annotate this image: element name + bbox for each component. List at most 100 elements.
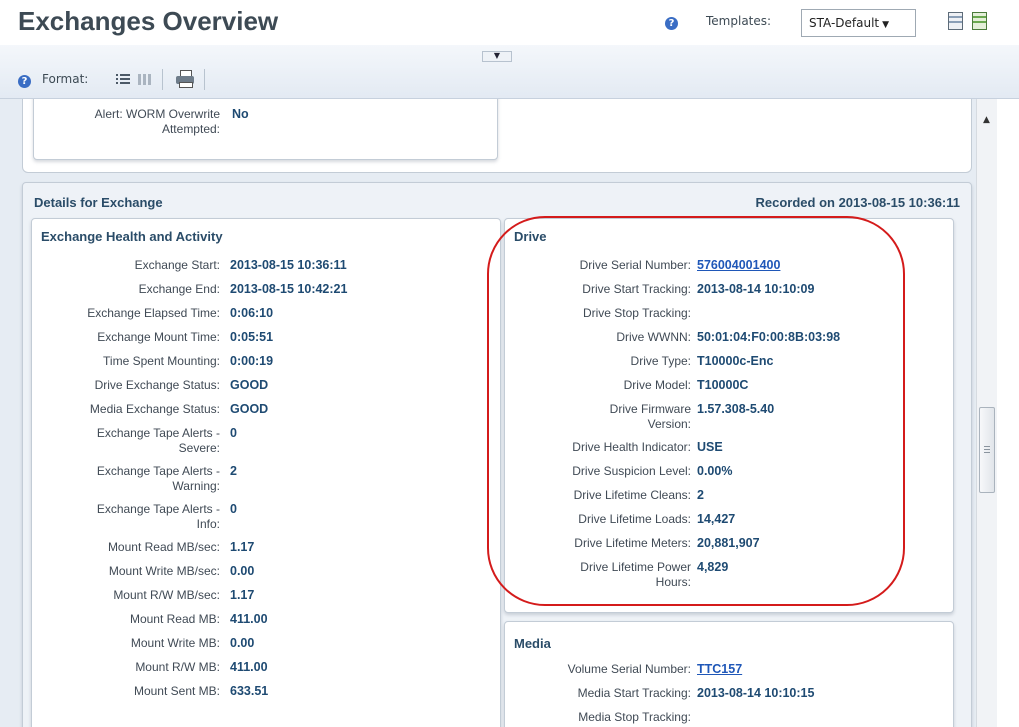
field-value: 2 [230,464,237,478]
export-template-icon[interactable] [972,12,987,30]
field-value: 2013-08-15 10:42:21 [230,282,348,296]
toolbar: ▼ ? Format: [0,45,1019,99]
field-label-continued: Info: [196,517,220,531]
field-label: Drive Lifetime Power [580,560,691,574]
field-label: Mount Sent MB: [133,684,220,698]
field-value: 1.17 [230,588,255,602]
field-label: Mount Read MB/sec: [107,540,220,554]
field-label: Mount Read MB: [129,612,220,626]
field-label-continued: Version: [647,417,691,431]
field-label: Drive Suspicion Level: [572,464,691,478]
scroll-up-arrow[interactable]: ▲ [983,115,990,125]
field-value-link[interactable]: 576004001400 [697,258,780,272]
field-value: T10000c-Enc [697,354,774,368]
field-label: Mount Write MB: [130,636,220,650]
worm-alert-value: No [232,107,249,121]
field-value: USE [697,440,723,454]
templates-select[interactable]: STA-Default ▼ [801,9,916,37]
field-label: Exchange Elapsed Time: [87,306,220,320]
field-label-continued: Severe: [178,441,220,455]
field-label: Media Stop Tracking: [578,710,691,724]
field-value: GOOD [230,402,269,416]
field-value: T10000C [697,378,749,392]
templates-selected-value: STA-Default [809,16,880,30]
field-label: Time Spent Mounting: [103,354,220,368]
field-value: 0.00 [230,564,255,578]
field-value: 0.00 [230,636,255,650]
field-label: Drive Serial Number: [579,258,691,272]
scrollbar-thumb[interactable] [979,407,995,493]
field-value-link[interactable]: TTC157 [697,662,742,676]
drive-title: Drive [514,229,547,244]
field-value: 1.17 [230,540,255,554]
format-help-icon[interactable]: ? [18,75,31,88]
alerts-left-panel: Alert: WORM Overwrite Attempted: No [33,99,498,160]
print-icon[interactable] [176,70,194,88]
details-title: Details for Exchange [34,195,163,210]
field-label: Mount R/W MB: [135,660,220,674]
field-value: 20,881,907 [697,536,760,550]
field-label-continued: Hours: [655,575,691,589]
field-value: 14,427 [697,512,736,526]
field-value: 0 [230,502,237,516]
vertical-scrollbar[interactable]: ▲ [976,99,997,727]
drive-panel: Drive Drive Serial Number: 576004001400 Dr… [504,218,954,613]
toolbar-divider [162,69,163,90]
field-label: Drive Start Tracking: [582,282,691,296]
chevron-down-icon: ▼ [882,20,890,30]
field-value: 411.00 [230,612,268,626]
grip-icon [984,446,990,454]
field-value: 2013-08-15 10:36:11 [230,258,347,272]
field-label: Drive WWNN: [616,330,691,344]
field-label: Drive Lifetime Loads: [578,512,691,526]
field-label: Exchange End: [138,282,220,296]
field-label: Exchange Mount Time: [97,330,220,344]
list-view-icon[interactable] [116,74,130,85]
field-label: Drive Health Indicator: [572,440,691,454]
page-title: Exchanges Overview [18,6,279,36]
field-label: Mount R/W MB/sec: [113,588,220,602]
templates-label: Templates: [706,14,772,28]
templates-help-icon[interactable]: ? [665,17,678,30]
field-label: Media Exchange Status: [89,402,220,416]
field-value: 2 [697,488,704,502]
collapse-handle[interactable]: ▼ [482,51,512,62]
worm-alert-label-line1: Alert: WORM Overwrite [94,107,220,121]
field-label: Mount Write MB/sec: [108,564,220,578]
field-value: 2013-08-14 10:10:15 [697,686,815,700]
worm-alert-label-line2: Attempted: [161,122,220,136]
field-label: Drive Lifetime Meters: [574,536,691,550]
field-value: 0.00% [697,464,733,478]
window-edge [997,99,1019,727]
field-label: Drive Lifetime Cleans: [573,488,691,502]
field-value: GOOD [230,378,269,392]
field-value: 633.51 [230,684,269,698]
media-title: Media [514,636,551,651]
field-value: 4,829 [697,560,729,574]
save-template-icon[interactable] [948,12,963,30]
field-label: Exchange Tape Alerts - [96,502,220,516]
format-label: Format: [42,72,89,86]
health-title: Exchange Health and Activity [41,229,223,244]
grid-view-icon[interactable] [138,74,152,85]
media-panel: Media Volume Serial Number: TTC157 Media S… [504,621,954,727]
field-label: Drive Model: [623,378,691,392]
field-label: Drive Stop Tracking: [582,306,691,320]
field-label: Drive Firmware [609,402,691,416]
field-value: 411.00 [230,660,268,674]
field-label: Drive Exchange Status: [94,378,220,392]
field-value: 2013-08-14 10:10:09 [697,282,815,296]
field-value: 50:01:04:F0:00:8B:03:98 [697,330,841,344]
field-label: Volume Serial Number: [567,662,691,676]
field-label: Exchange Tape Alerts - [96,464,220,478]
toolbar-divider [204,69,205,90]
field-label: Media Start Tracking: [577,686,691,700]
field-value: 0:00:19 [230,354,274,368]
title-bar: Exchanges Overview ? Templates: STA-Defa… [0,0,1019,45]
field-value: 0:05:51 [230,330,274,344]
recorded-timestamp: Recorded on 2013-08-15 10:36:11 [755,195,961,210]
field-value: 0 [230,426,237,440]
field-label: Exchange Tape Alerts - [96,426,220,440]
content-area: Alert: WORM Overwrite Attempted: No Deta… [0,99,976,727]
field-label: Drive Type: [630,354,691,368]
